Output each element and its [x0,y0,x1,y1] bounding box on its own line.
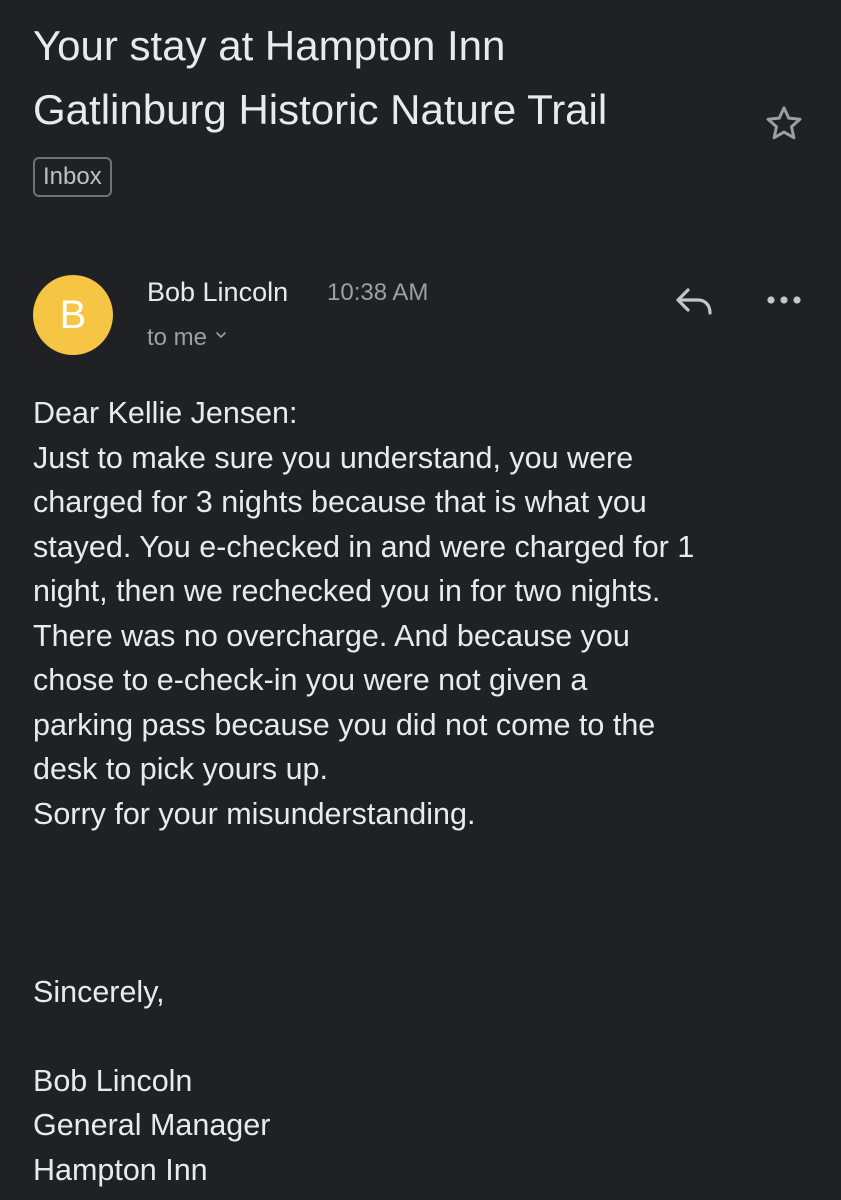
signature-line: General Manager [33,1108,271,1142]
body-line: stayed. You e-checked in and were charge… [33,529,695,564]
body-line: charged for 3 nights because that is wha… [33,485,647,519]
received-time: 10:38 AM [327,279,429,306]
recipient-details-toggle[interactable]: to me [147,322,227,354]
subject-line: Gatlinburg Historic Nature Trail [33,86,608,133]
more-options-icon[interactable] [762,286,806,314]
closing: Sincerely, [33,974,165,1009]
avatar: B [33,275,113,355]
signature-line: Hampton Inn [33,1152,208,1187]
email-body: Dear Kellie Jensen: Just to make sure yo… [33,391,813,1192]
body-line: night, then we rechecked you in for two … [33,574,661,608]
body-line: desk to pick yours up. [33,752,328,786]
greeting: Dear Kellie Jensen: [33,396,298,430]
star-icon[interactable] [762,102,806,146]
body-line: Just to make sure you understand, you we… [33,440,634,475]
inbox-label-chip[interactable]: Inbox [33,157,112,197]
sender-name[interactable]: Bob Lincoln [147,275,288,309]
email-subject: Your stay at Hampton Inn Gatlinburg Hist… [33,14,733,142]
body-line: Sorry for your misunderstanding. [33,796,476,831]
body-line: There was no overcharge. And because you [33,618,630,653]
subject-line: Your stay at Hampton Inn [33,22,506,69]
recipient-label: to me [147,324,208,351]
chevron-down-icon [216,332,226,338]
reply-icon[interactable] [672,280,716,320]
signature-line: Bob Lincoln [33,1063,193,1098]
body-line: parking pass because you did not come to… [33,707,656,742]
body-line: chose to e-check-in you were not given a [33,663,588,697]
